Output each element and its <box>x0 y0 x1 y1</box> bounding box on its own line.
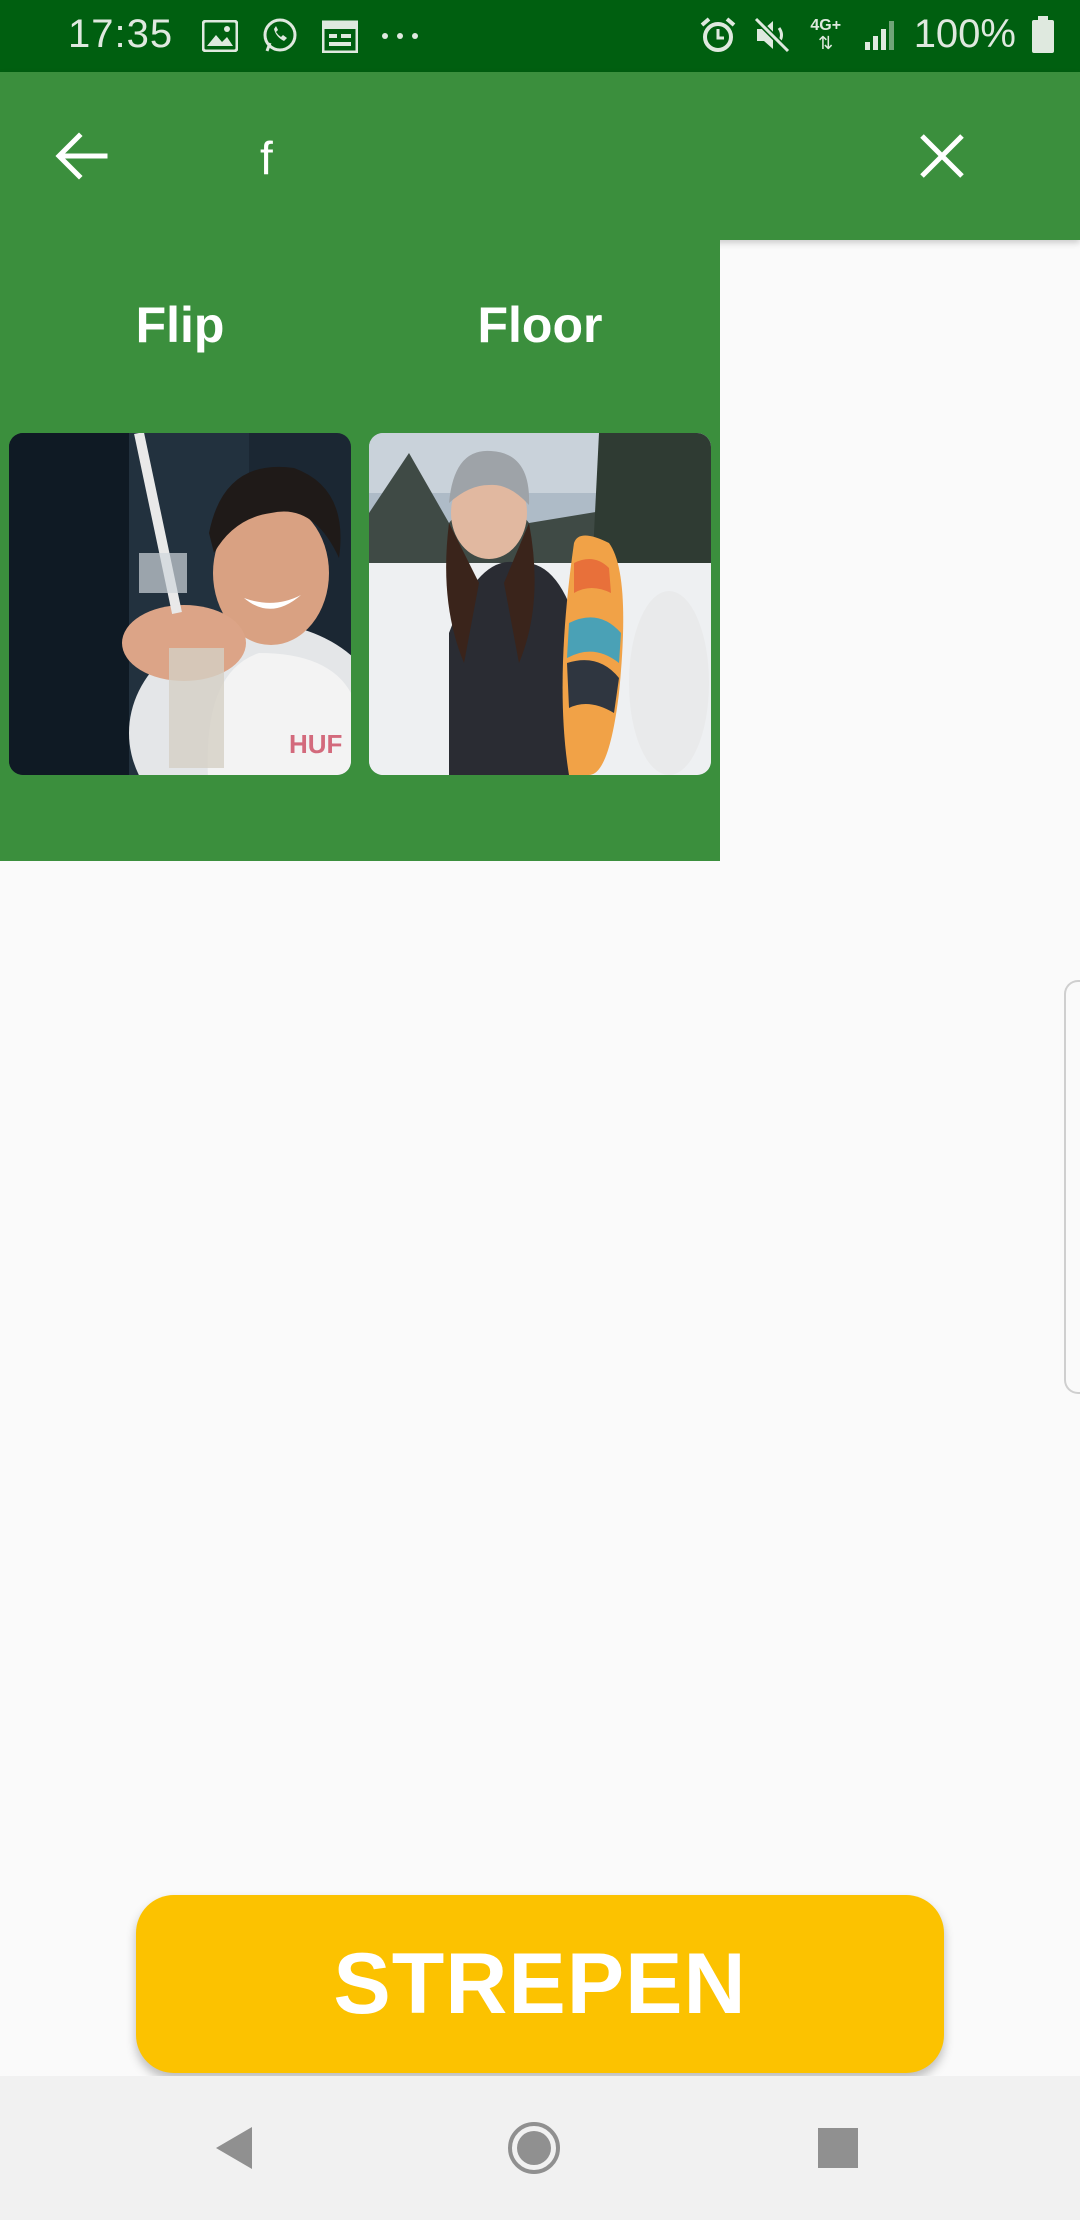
result-card-flip[interactable]: Flip HUF <box>0 240 360 861</box>
more-dots-icon <box>380 16 420 56</box>
battery-icon <box>1030 15 1056 55</box>
svg-text:HUF: HUF <box>289 729 342 759</box>
alarm-icon <box>698 15 738 55</box>
status-time: 17:35 <box>68 12 174 56</box>
strepen-button[interactable]: STREPEN <box>136 1895 944 2073</box>
network-type: 4G+ ⇅ <box>810 16 842 53</box>
nav-home-button[interactable] <box>494 2108 574 2188</box>
clear-search-button[interactable] <box>904 118 980 194</box>
notification-icons <box>200 16 420 56</box>
scroll-handle[interactable] <box>1064 980 1080 1394</box>
status-bar: 17:35 4G+ ⇅ 100% <box>0 0 1080 72</box>
calendar-icon <box>320 16 360 56</box>
home-circle-icon <box>508 2122 560 2174</box>
result-name: Floor <box>477 297 603 353</box>
back-button[interactable] <box>44 118 120 194</box>
whatsapp-icon <box>260 16 300 56</box>
recents-square-icon <box>818 2128 858 2168</box>
nav-back-button[interactable] <box>194 2108 274 2188</box>
result-card-floor[interactable]: Floor <box>360 240 720 861</box>
signal-icon <box>860 15 900 55</box>
navigation-bar <box>0 2076 1080 2220</box>
search-input[interactable] <box>260 122 860 194</box>
result-photo[interactable]: HUF <box>9 433 351 775</box>
result-photo[interactable] <box>369 433 711 775</box>
arrow-left-icon <box>55 132 108 180</box>
result-name: Flip <box>135 297 225 353</box>
system-icons: 4G+ ⇅ 100% <box>698 12 1056 57</box>
battery-percent: 100% <box>913 12 1016 56</box>
nav-recents-button[interactable] <box>798 2108 878 2188</box>
close-icon <box>920 134 964 178</box>
mute-icon <box>752 15 792 55</box>
search-results: Flip HUF Floor <box>0 240 720 861</box>
search-app-bar <box>0 72 1080 240</box>
back-triangle-icon <box>216 2127 252 2169</box>
image-icon <box>200 16 240 56</box>
